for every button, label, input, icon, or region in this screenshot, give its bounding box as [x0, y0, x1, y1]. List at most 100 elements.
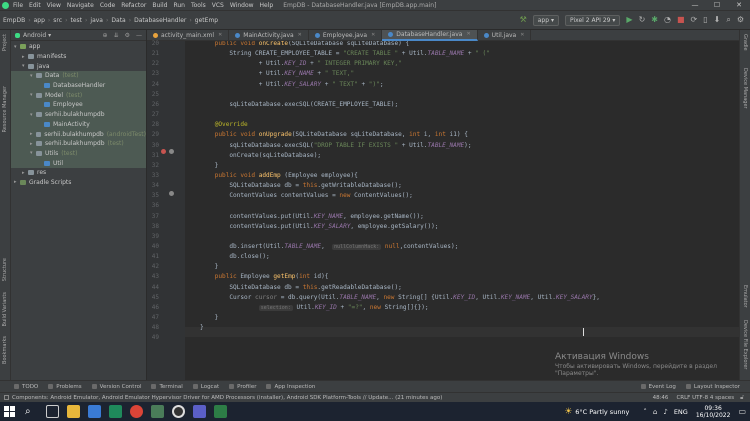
close-icon[interactable]: ✕: [371, 32, 375, 38]
tool-tab-terminal[interactable]: Terminal: [151, 384, 183, 390]
vim-icon[interactable]: [109, 405, 122, 418]
breadcrumb-item[interactable]: java: [90, 17, 103, 24]
menu-help[interactable]: Help: [260, 2, 274, 9]
implements-marker-icon[interactable]: [169, 149, 174, 154]
code-line[interactable]: @Override: [200, 121, 248, 128]
menu-tools[interactable]: Tools: [191, 2, 206, 9]
tab-util-java[interactable]: Util.java ✕: [478, 29, 532, 41]
code-editor[interactable]: public void onCreate(SQLiteDatabase sqLi…: [185, 41, 739, 380]
run-config-select[interactable]: app ▾: [532, 14, 559, 26]
hammer-icon[interactable]: ⚒: [520, 16, 527, 24]
device-select[interactable]: Pixel 2 API 29 ▾: [564, 14, 621, 26]
breadcrumb-item[interactable]: getEmp: [195, 17, 218, 24]
tool-tab-event-log[interactable]: Event Log: [640, 384, 676, 390]
network-icon[interactable]: ⌂: [653, 408, 657, 416]
clock[interactable]: 09:36 16/10/2022: [696, 405, 731, 419]
menu-code[interactable]: Code: [100, 2, 115, 9]
tree-item[interactable]: ▾ Data (test): [11, 71, 146, 81]
menu-build[interactable]: Build: [152, 2, 167, 9]
code-line[interactable]: }: [200, 263, 219, 270]
caret-position[interactable]: 48:46: [653, 395, 669, 401]
minimize-button[interactable]: —: [684, 1, 706, 9]
gear-icon[interactable]: ⚙: [737, 16, 744, 24]
breadcrumb-item[interactable]: app: [34, 17, 45, 24]
task-view-icon[interactable]: [46, 405, 59, 418]
maximize-button[interactable]: ☐: [706, 1, 728, 9]
code-line[interactable]: public void addEmp (Employee employee){: [200, 172, 358, 179]
menu-edit[interactable]: Edit: [29, 2, 41, 9]
file-encoding[interactable]: CRLF UTF-8 4 spaces: [676, 395, 734, 401]
tool-tab-layout-inspector[interactable]: Layout Inspector: [685, 384, 740, 390]
notifications-icon[interactable]: ▭: [738, 407, 746, 416]
breadcrumb-item[interactable]: EmpDB: [3, 17, 25, 24]
globe-icon[interactable]: ⊕: [103, 32, 108, 39]
app-icon[interactable]: [214, 405, 227, 418]
code-line[interactable]: public void onCreate(SQLiteDatabase sqLi…: [200, 41, 409, 47]
obs-icon[interactable]: [172, 405, 185, 418]
code-line[interactable]: ContentValues contentValues = new Conten…: [200, 192, 412, 199]
tree-item[interactable]: MainActivity: [11, 119, 146, 130]
tray-chevron-icon[interactable]: ˄: [643, 408, 647, 416]
store-icon[interactable]: [88, 405, 101, 418]
profile-icon[interactable]: ◔: [664, 16, 671, 24]
code-line[interactable]: public void onUpgrade(SQLiteDatabase sqL…: [200, 131, 468, 138]
code-line[interactable]: selection: Util.KEY_ID + "=?", new Strin…: [200, 304, 429, 311]
language-indicator[interactable]: ENG: [674, 408, 688, 416]
sdk-manager-icon[interactable]: ⬇: [714, 16, 721, 24]
sync-icon[interactable]: ⟳: [691, 16, 698, 24]
tree-item[interactable]: ▸ serhii.bulakhumpdb (test): [11, 138, 146, 149]
override-marker-icon[interactable]: [161, 149, 166, 154]
code-line[interactable]: public Employee getEmp(int id){: [200, 273, 329, 280]
menu-refactor[interactable]: Refactor: [121, 2, 146, 9]
tree-item[interactable]: ▾ Utils (test): [11, 148, 146, 159]
tab-databasehandler-java[interactable]: DatabaseHandler.java ✕: [382, 29, 478, 41]
code-line[interactable]: db.insert(Util.TABLE_NAME, nullColumnHac…: [200, 243, 458, 250]
menu-run[interactable]: Run: [173, 2, 185, 9]
tree-item[interactable]: ▾ serhii.bulakhumpdb: [11, 109, 146, 120]
breadcrumb-item[interactable]: DatabaseHandler: [134, 17, 186, 24]
project-view-select[interactable]: Android ▾: [23, 32, 51, 39]
apply-changes-icon[interactable]: ↻: [639, 16, 646, 24]
code-line[interactable]: }: [200, 314, 219, 321]
close-icon[interactable]: ✕: [466, 31, 470, 37]
search-icon[interactable]: ⌕: [726, 16, 730, 24]
resource-manager-tool-button[interactable]: Resource Manager: [2, 86, 8, 132]
project-tool-button[interactable]: Project: [2, 34, 8, 51]
code-line[interactable]: }: [200, 162, 219, 169]
gear-icon[interactable]: ⚙: [125, 32, 130, 39]
code-line[interactable]: sqLiteDatabase.execSQL(CREATE_EMPLOYEE_T…: [200, 101, 398, 108]
file-explorer-icon[interactable]: [67, 405, 80, 418]
status-message[interactable]: Components: Android Emulator, Android Em…: [12, 395, 442, 401]
tree-item[interactable]: ▸ res: [11, 168, 146, 178]
tree-item[interactable]: ▾ java: [11, 61, 146, 71]
code-line[interactable]: SQLiteDatabase db = this.getWritableData…: [200, 182, 401, 189]
tool-tab-version-control[interactable]: Version Control: [91, 384, 141, 390]
code-line[interactable]: Cursor cursor = db.query(Util.TABLE_NAME…: [200, 294, 600, 301]
tool-tab-todo[interactable]: TODO: [14, 384, 38, 390]
bookmarks-tool-button[interactable]: Bookmarks: [2, 336, 8, 364]
menu-navigate[interactable]: Navigate: [67, 2, 94, 9]
android-studio-taskbar-icon[interactable]: [151, 405, 164, 418]
code-line[interactable]: + Util.KEY_ID + " INTEGER PRIMARY KEY,": [200, 60, 402, 67]
code-line[interactable]: contentValues.put(Util.KEY_SALARY, emplo…: [200, 223, 438, 230]
chrome-icon[interactable]: [130, 405, 143, 418]
hide-panel-icon[interactable]: —: [136, 32, 142, 39]
method-fold-icon[interactable]: [169, 191, 174, 196]
collapse-all-icon[interactable]: ⇊: [114, 32, 119, 39]
tab-mainactivity-java[interactable]: MainActivity.java ✕: [229, 29, 309, 41]
menu-window[interactable]: Window: [230, 2, 254, 9]
stop-icon[interactable]: ■: [677, 16, 685, 24]
tree-item[interactable]: DatabaseHandler: [11, 80, 146, 91]
close-icon[interactable]: ✕: [218, 32, 222, 38]
tool-tab-profiler[interactable]: Profiler: [229, 384, 256, 390]
menu-view[interactable]: View: [47, 2, 61, 9]
tree-item[interactable]: ▸ serhii.bulakhumpdb (androidTest): [11, 129, 146, 139]
tab-employee-java[interactable]: Employee.java ✕: [309, 29, 383, 41]
tree-item[interactable]: Util: [11, 158, 146, 168]
tool-tab-app-inspection[interactable]: App Inspection: [266, 384, 315, 390]
breadcrumb-item[interactable]: test: [70, 17, 82, 24]
code-line[interactable]: onCreate(sqLiteDatabase);: [200, 152, 321, 159]
structure-tool-button[interactable]: Structure: [2, 258, 8, 281]
close-icon[interactable]: ✕: [520, 32, 524, 38]
tree-arrow-icon[interactable]: ▸: [30, 131, 36, 137]
